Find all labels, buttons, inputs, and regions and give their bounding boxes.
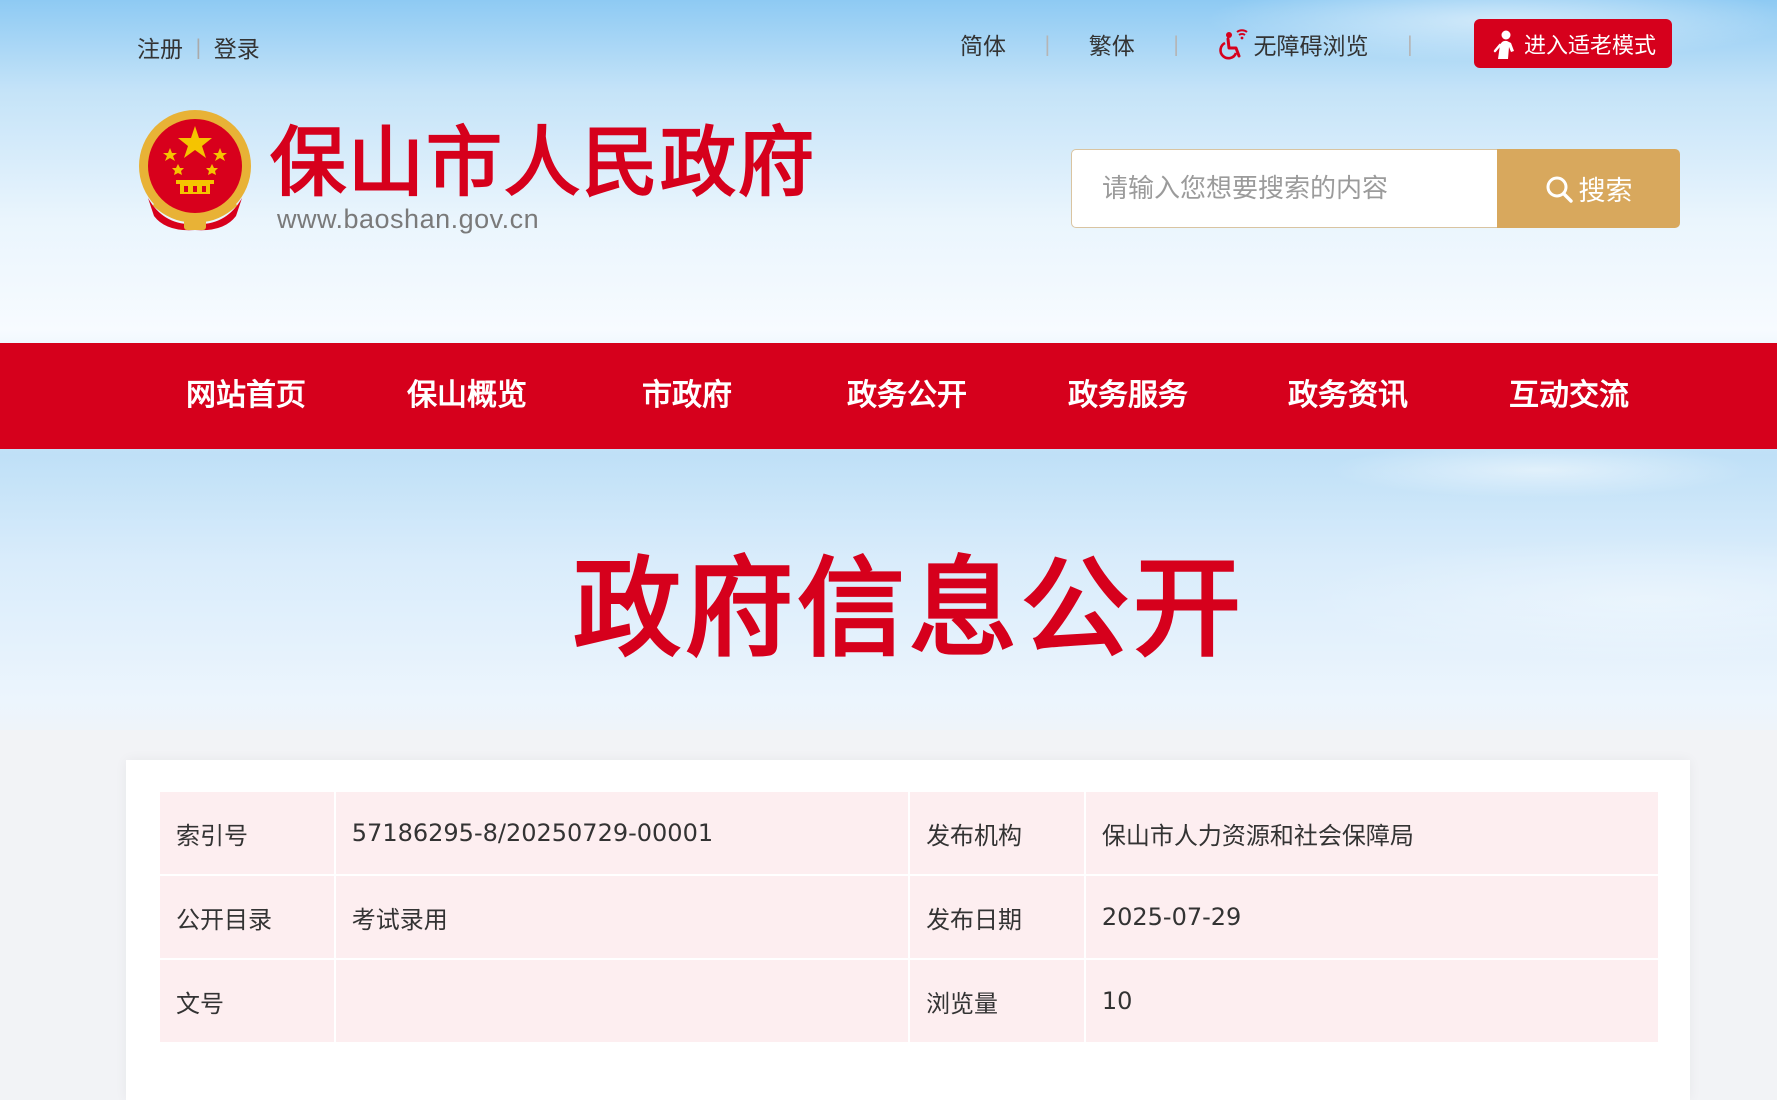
table-row: 索引号 57186295-8/20250729-00001 发布机构 保山市人力… [158, 790, 1661, 876]
publish-date-label: 发布日期 [908, 874, 1086, 960]
site-url: www.baoshan.gov.cn [277, 204, 540, 234]
document-number-value [333, 958, 911, 1044]
traditional-chinese-link[interactable]: 繁体 [1089, 27, 1135, 61]
simplified-chinese-link[interactable]: 简体 [960, 27, 1006, 61]
document-number-label: 文号 [158, 958, 336, 1044]
document-info-table: 索引号 57186295-8/20250729-00001 发布机构 保山市人力… [158, 790, 1661, 1044]
nav-item-government-affairs[interactable]: 政务公开 [847, 343, 967, 449]
publisher-label: 发布机构 [908, 790, 1086, 876]
site-name: 保山市人民政府 [270, 118, 816, 207]
view-count-value: 10 [1083, 958, 1661, 1044]
accessibility-label: 无障碍浏览 [1253, 33, 1369, 60]
register-link[interactable]: 注册 [137, 30, 183, 64]
main-nav: 网站首页 保山概览 市政府 政务公开 政务服务 政务资讯 互动交流 [0, 343, 1777, 449]
top-toolbar: 简体 | 繁体 | 无障碍浏览 | [960, 19, 1451, 68]
nav-item-overview[interactable]: 保山概览 [407, 343, 527, 449]
account-links: 注册 | 登录 [137, 30, 260, 64]
publish-date-value: 2025-07-29 [1083, 874, 1661, 960]
search-button-label: 搜索 [1578, 176, 1633, 207]
index-number-value: 57186295-8/20250729-00001 [333, 790, 911, 876]
accessibility-link[interactable]: 无障碍浏览 [1218, 27, 1369, 61]
nav-item-government-news[interactable]: 政务资讯 [1288, 343, 1408, 449]
search-input[interactable] [1071, 149, 1497, 228]
table-row: 文号 浏览量 10 [158, 958, 1661, 1044]
catalog-value: 考试录用 [333, 874, 911, 960]
index-number-label: 索引号 [158, 790, 336, 876]
nav-item-home[interactable]: 网站首页 [186, 343, 306, 449]
toolbar-separator: | [1172, 31, 1180, 56]
page-title: 政府信息公开 [572, 547, 1245, 672]
wheelchair-icon [1218, 28, 1248, 59]
login-link[interactable]: 登录 [214, 30, 260, 64]
toolbar-separator: | [1406, 31, 1414, 56]
publisher-value: 保山市人力资源和社会保障局 [1083, 790, 1661, 876]
elder-mode-button[interactable]: 进入适老模式 [1474, 19, 1672, 68]
view-count-label: 浏览量 [908, 958, 1086, 1044]
nav-item-government-services[interactable]: 政务服务 [1068, 343, 1188, 449]
magnifier-icon [1546, 176, 1573, 203]
table-row: 公开目录 考试录用 发布日期 2025-07-29 [158, 874, 1661, 960]
catalog-label: 公开目录 [158, 874, 336, 960]
nav-item-city-government[interactable]: 市政府 [642, 343, 732, 449]
elder-mode-label: 进入适老模式 [1523, 33, 1656, 59]
nav-item-interaction[interactable]: 互动交流 [1509, 343, 1629, 449]
link-separator: | [195, 35, 202, 59]
toolbar-separator: | [1044, 31, 1051, 56]
search-button[interactable]: 搜索 [1497, 149, 1680, 228]
elder-person-icon [1493, 30, 1514, 59]
national-emblem-icon [134, 108, 256, 238]
